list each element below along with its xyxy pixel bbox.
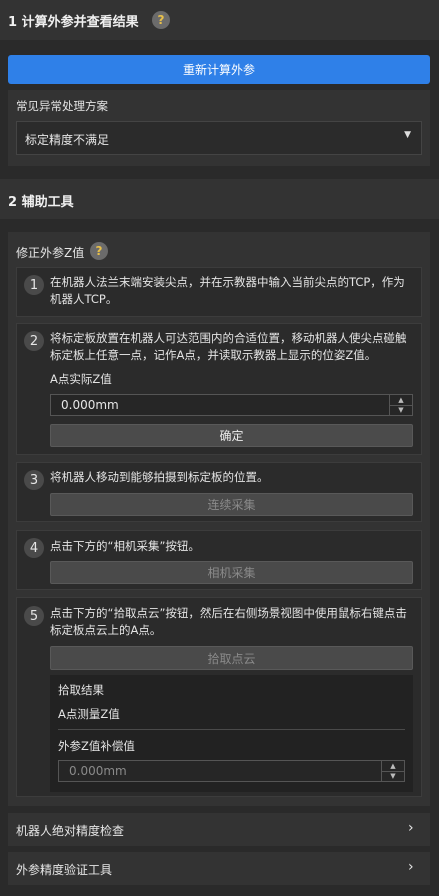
step-number: 2 (24, 331, 44, 351)
divider (58, 729, 405, 730)
step-number: 5 (24, 606, 44, 626)
faq-label: 常见异常处理方案 (16, 99, 108, 113)
chevron-right-icon[interactable]: › (408, 859, 414, 875)
step-3-text: 将机器人移动到能够拍摄到标定板的位置。 (50, 470, 269, 484)
z-compensation-input[interactable]: 0.000mm ▲ ▼ (58, 760, 405, 782)
increment-icon[interactable]: ▲ (382, 761, 404, 771)
confirm-button[interactable]: 确定 (50, 424, 413, 447)
help-icon[interactable]: ? (152, 11, 170, 29)
z-compensation-value: 0.000mm (69, 764, 127, 778)
section1-title: 1 计算外参并查看结果 (8, 15, 139, 30)
continuous-capture-button[interactable]: 连续采集 (50, 493, 413, 516)
faq-select[interactable]: 标定精度不满足 ▼ (16, 121, 422, 155)
step-1-text: 在机器人法兰末端安装尖点，并在示教器中输入当前尖点的TCP，作为机器人TCP。 (50, 275, 405, 306)
a-point-z-label: A点实际Z值 (50, 372, 112, 386)
extrinsic-verification-label: 外参精度验证工具 (16, 863, 113, 877)
pick-point-cloud-button[interactable]: 拾取点云 (50, 646, 413, 670)
faq-selected-value: 标定精度不满足 (25, 133, 110, 147)
robot-accuracy-check-label: 机器人绝对精度检查 (16, 824, 125, 838)
a-point-z-value: 0.000mm (61, 398, 119, 412)
section2-title: 2 辅助工具 (8, 195, 74, 210)
chevron-right-icon[interactable]: › (408, 820, 414, 836)
pick-result-title: 拾取结果 (58, 683, 104, 697)
increment-icon[interactable]: ▲ (390, 395, 412, 405)
recalculate-extrinsics-button[interactable]: 重新计算外参 (8, 55, 430, 84)
chevron-down-icon: ▼ (404, 130, 411, 140)
z-correction-title: 修正外参Z值 (16, 246, 85, 260)
camera-capture-button[interactable]: 相机采集 (50, 561, 413, 584)
step-number: 1 (24, 275, 44, 295)
step-2-text: 将标定板放置在机器人可达范围内的合适位置，移动机器人使尖点碰触标定板上任意一点，… (50, 331, 407, 362)
step-number: 4 (24, 538, 44, 558)
a-point-z-input[interactable]: 0.000mm ▲ ▼ (50, 394, 413, 416)
z-compensation-label: 外参Z值补偿值 (58, 739, 135, 753)
decrement-icon[interactable]: ▼ (390, 404, 412, 416)
decrement-icon[interactable]: ▼ (382, 770, 404, 782)
help-icon[interactable]: ? (90, 242, 108, 260)
step-4-text: 点击下方的“相机采集”按钮。 (50, 539, 200, 553)
measured-z-label: A点测量Z值 (58, 707, 120, 721)
step-number: 3 (24, 470, 44, 490)
step-5-text: 点击下方的“拾取点云”按钮，然后在右侧场景视图中使用鼠标右键点击标定板点云上的A… (50, 606, 407, 637)
